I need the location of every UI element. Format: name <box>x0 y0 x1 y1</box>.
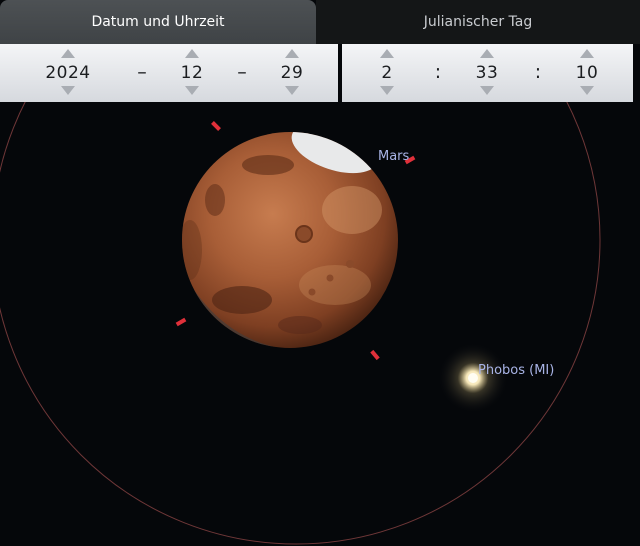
mars-label: Mars <box>378 149 410 164</box>
day-increment-icon[interactable] <box>285 49 299 58</box>
month-decrement-icon[interactable] <box>185 86 199 95</box>
hour-value[interactable]: 2 <box>357 63 417 83</box>
hour-increment-icon[interactable] <box>380 49 394 58</box>
mars-planet <box>182 132 398 348</box>
year-spinner[interactable]: 2024 <box>38 44 98 102</box>
second-increment-icon[interactable] <box>580 49 594 58</box>
minute-decrement-icon[interactable] <box>480 86 494 95</box>
minute-spinner[interactable]: 33 <box>457 44 517 102</box>
year-value[interactable]: 2024 <box>38 63 98 83</box>
tab-date-time[interactable]: Datum und Uhrzeit <box>0 0 316 44</box>
marker-top-left <box>211 121 221 131</box>
date-panel: 2024 – 12 – 29 <box>0 44 338 102</box>
month-value[interactable]: 12 <box>162 63 222 83</box>
time-separator: : <box>534 61 542 83</box>
day-value[interactable]: 29 <box>262 63 322 83</box>
month-spinner[interactable]: 12 <box>162 44 222 102</box>
minute-increment-icon[interactable] <box>480 49 494 58</box>
marker-bottom-right <box>370 349 380 361</box>
tab-bar: Datum und Uhrzeit Julianischer Tag <box>0 0 640 44</box>
tab-julian-day[interactable]: Julianischer Tag <box>316 0 640 44</box>
date-separator: – <box>237 61 247 83</box>
marker-bottom-left <box>175 317 187 327</box>
date-separator: – <box>137 61 147 83</box>
hour-decrement-icon[interactable] <box>380 86 394 95</box>
phobos-object <box>439 344 507 412</box>
day-spinner[interactable]: 29 <box>262 44 322 102</box>
hour-spinner[interactable]: 2 <box>357 44 417 102</box>
time-panel: 2 : 33 : 10 <box>342 44 633 102</box>
year-decrement-icon[interactable] <box>61 86 75 95</box>
day-decrement-icon[interactable] <box>285 86 299 95</box>
second-spinner[interactable]: 10 <box>557 44 617 102</box>
second-value[interactable]: 10 <box>557 63 617 83</box>
year-increment-icon[interactable] <box>61 49 75 58</box>
second-decrement-icon[interactable] <box>580 86 594 95</box>
minute-value[interactable]: 33 <box>457 63 517 83</box>
month-increment-icon[interactable] <box>185 49 199 58</box>
time-separator: : <box>434 61 442 83</box>
phobos-label: Phobos (MI) <box>478 363 555 378</box>
